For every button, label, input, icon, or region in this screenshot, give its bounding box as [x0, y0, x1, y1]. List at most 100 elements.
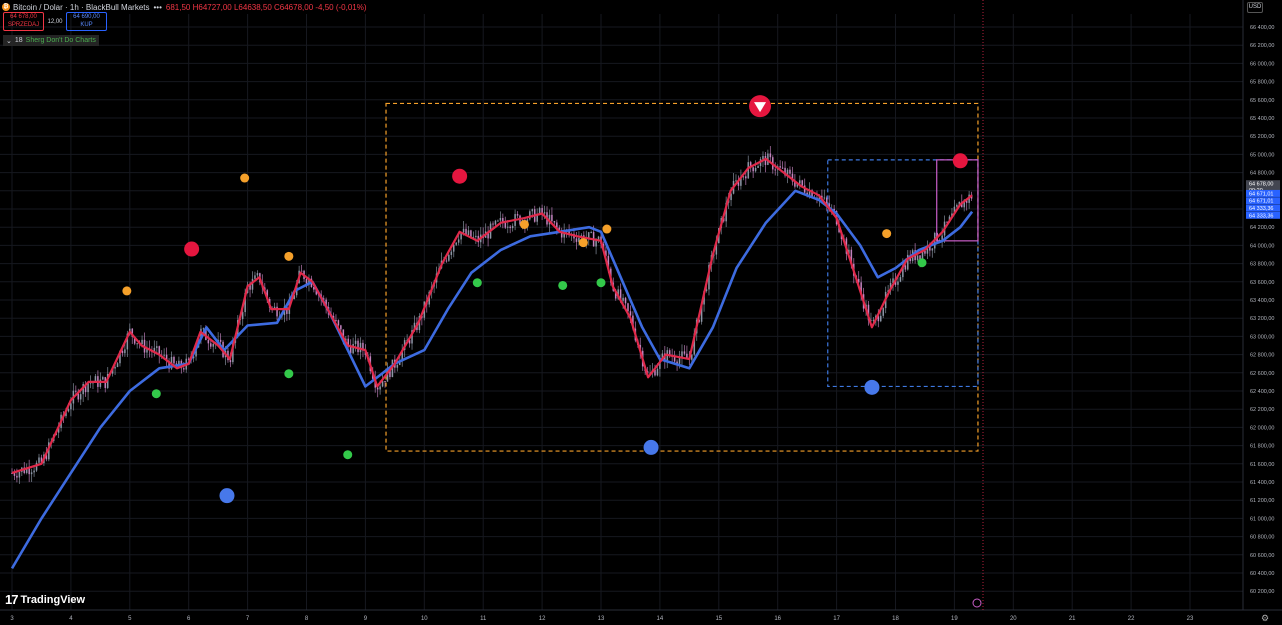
- chevron-down-icon[interactable]: ⌄: [6, 37, 12, 45]
- price-tick-label: 65 400,00: [1250, 116, 1274, 122]
- candle-body: [897, 281, 899, 285]
- candle-body: [102, 377, 104, 380]
- candle-body: [155, 346, 158, 348]
- time-tick-label: 12: [539, 616, 546, 622]
- candle-body: [121, 350, 124, 354]
- sell-label: SPRZEDAJ: [7, 22, 40, 28]
- price-tick-label: 61 400,00: [1250, 480, 1274, 486]
- candle-body: [575, 238, 578, 242]
- candle-body: [448, 254, 450, 261]
- candle-body: [455, 242, 458, 245]
- candle-body: [452, 244, 455, 252]
- candle-body: [899, 277, 902, 282]
- green-signal-marker: [472, 278, 482, 288]
- orange-signal-marker: [519, 219, 529, 229]
- candle-body: [136, 343, 138, 345]
- price-tag: 64 333,36: [1246, 211, 1280, 219]
- candle-body: [30, 472, 33, 475]
- price-tick-label: 61 600,00: [1250, 462, 1274, 468]
- green-signal-marker: [284, 369, 294, 379]
- candle-body: [879, 315, 882, 322]
- price-tick-label: 62 800,00: [1250, 353, 1274, 359]
- candle-body: [789, 169, 791, 174]
- price-tag-value: 64 671,01: [1249, 199, 1273, 205]
- price-tick-label: 65 200,00: [1250, 134, 1274, 140]
- currency-button[interactable]: USD: [1247, 2, 1263, 13]
- time-tick-label: 20: [1010, 616, 1017, 622]
- price-tick-label: 66 200,00: [1250, 43, 1274, 49]
- candle-body: [352, 343, 354, 354]
- candle-body: [769, 153, 772, 158]
- price-tick-label: 63 000,00: [1250, 334, 1274, 340]
- price-tick-label: 63 800,00: [1250, 262, 1274, 268]
- red-signal-marker: [184, 241, 200, 257]
- price-tick-label: 62 400,00: [1250, 389, 1274, 395]
- candle-body: [359, 342, 362, 353]
- candle-body: [256, 273, 259, 276]
- gear-icon[interactable]: ⚙: [1261, 613, 1269, 624]
- price-tick-label: 64 000,00: [1250, 243, 1274, 249]
- green-signal-marker: [558, 280, 568, 290]
- price-chart[interactable]: 66 400,00 66 200,00 66 000,00 65 800,00 65 6…: [0, 0, 1282, 625]
- candle-body: [757, 165, 759, 168]
- tradingview-logo: 17 TradingView: [5, 592, 85, 607]
- price-tick-label: 61 800,00: [1250, 444, 1274, 450]
- price-tick-label: 65 600,00: [1250, 98, 1274, 104]
- candle-body: [335, 319, 337, 321]
- candle-body: [379, 386, 381, 390]
- price-tick-label: 61 000,00: [1250, 516, 1274, 522]
- candle-body: [543, 212, 546, 214]
- candle-body: [67, 409, 70, 412]
- candle-body: [627, 303, 629, 312]
- indicator-legend[interactable]: ⌄ 18 Sherg Don't Do Charts: [3, 35, 99, 46]
- candle-body: [79, 394, 82, 400]
- spread-value: 12,00: [47, 18, 63, 25]
- candle-body: [516, 214, 519, 216]
- candle-body: [75, 390, 77, 392]
- price-tag: 64 671,01: [1246, 197, 1280, 205]
- candle-body: [656, 368, 659, 376]
- candle-body: [531, 209, 534, 212]
- indicator-name[interactable]: Sherg Don't Do Charts: [26, 37, 96, 44]
- symbol-title[interactable]: Bitcoin / Dolar · 1h · BlackBull Markets: [13, 3, 150, 12]
- candle-body: [18, 471, 21, 478]
- time-tick-label: 19: [951, 616, 958, 622]
- candle-body: [798, 180, 801, 184]
- buy-label: KUP: [80, 22, 93, 28]
- price-tick-label: 66 400,00: [1250, 25, 1274, 31]
- time-tick-label: 13: [598, 616, 605, 622]
- candle-body: [781, 167, 784, 169]
- price-tag-value: 64 333,36: [1249, 213, 1273, 219]
- orange-signal-marker: [122, 286, 132, 296]
- candle-body: [916, 255, 919, 261]
- candle-body: [622, 297, 624, 301]
- indicator-count: 18: [14, 37, 23, 44]
- candle-body: [931, 248, 934, 251]
- candle-body: [116, 363, 119, 368]
- price-tick-label: 60 200,00: [1250, 589, 1274, 595]
- candle-body: [595, 240, 597, 247]
- candle-body: [735, 180, 737, 182]
- candle-body: [141, 339, 143, 345]
- candle-body: [624, 297, 627, 304]
- sell-button[interactable]: 64 678,00 SPRZEDAJ: [3, 12, 44, 31]
- candle-body: [99, 379, 102, 387]
- green-signal-marker: [343, 450, 353, 460]
- candle-body: [35, 462, 38, 471]
- candle-body: [779, 166, 781, 168]
- blue-signal-marker: [643, 439, 659, 455]
- candle-body: [305, 279, 308, 284]
- green-signal-marker: [596, 278, 606, 288]
- price-tick-label: 65 800,00: [1250, 80, 1274, 86]
- price-tick-label: 63 600,00: [1250, 280, 1274, 286]
- more-icon[interactable]: •••: [154, 3, 162, 12]
- time-tick-label: 22: [1128, 616, 1135, 622]
- time-tick-label: 23: [1187, 616, 1194, 622]
- candle-body: [538, 208, 541, 214]
- price-tag: 64 671,01: [1246, 189, 1280, 197]
- candle-body: [202, 328, 205, 330]
- candle-body: [450, 251, 453, 255]
- buy-button[interactable]: 64 690,00 KUP: [66, 12, 107, 31]
- candle-body: [337, 320, 340, 326]
- price-tag: 64 333,36: [1246, 204, 1280, 212]
